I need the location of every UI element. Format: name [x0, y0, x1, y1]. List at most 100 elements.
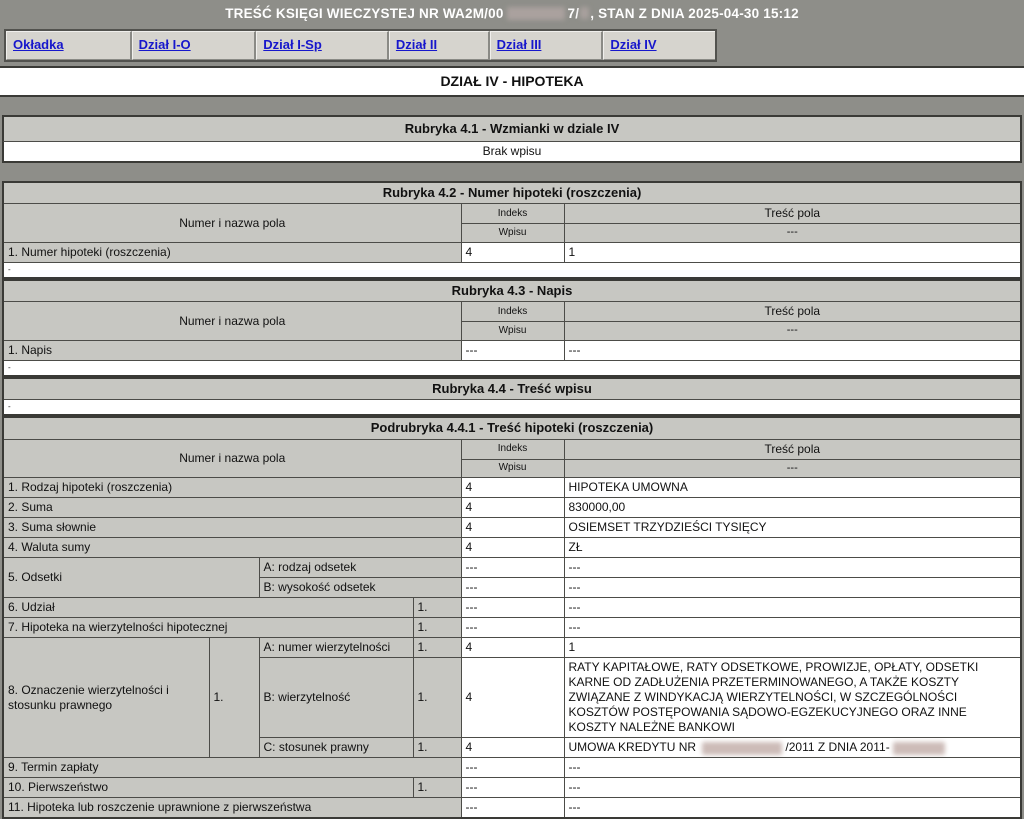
field-value: ---	[564, 758, 1021, 778]
field-num: 1.	[413, 778, 461, 798]
redacted-credit-date	[893, 742, 945, 755]
field-indeks: 4	[461, 478, 564, 498]
field-label: 8. Oznaczenie wierzytelności i stosunku …	[3, 638, 209, 758]
colhead-tresc-pola: Treść pola	[564, 302, 1021, 322]
rubryka-4-4-title: Rubryka 4.4 - Treść wpisu	[3, 378, 1021, 400]
field-num: 1.	[413, 618, 461, 638]
field-value: ---	[564, 618, 1021, 638]
field-value-part2: /2011 Z DNIA 2011-	[785, 740, 889, 754]
rubryka-4-2-table: Rubryka 4.2 - Numer hipoteki (roszczenia…	[2, 181, 1022, 279]
rubryka-4-3-title: Rubryka 4.3 - Napis	[3, 280, 1021, 302]
field-value: ---	[564, 578, 1021, 598]
field-indeks: ---	[461, 558, 564, 578]
colhead-tresc-pola: Treść pola	[564, 204, 1021, 224]
field-indeks: ---	[461, 578, 564, 598]
rubryka-4-3-table: Rubryka 4.3 - Napis Numer i nazwa pola I…	[2, 279, 1022, 377]
section-footer-mark: -	[3, 263, 1021, 279]
colhead-numer-i-nazwa-pola: Numer i nazwa pola	[3, 439, 461, 478]
colhead-indeks: Indeks	[461, 204, 564, 224]
document-title-part2: 7/	[568, 6, 580, 21]
colhead-tresc-dash: ---	[564, 322, 1021, 341]
field-value-part1: UMOWA KREDYTU NR	[569, 740, 697, 754]
subfield-num: 1.	[413, 738, 461, 758]
field-label: 4. Waluta sumy	[3, 538, 461, 558]
field-value: ---	[564, 798, 1021, 819]
field-label: 1. Rodzaj hipoteki (roszczenia)	[3, 478, 461, 498]
colhead-tresc-pola: Treść pola	[564, 439, 1021, 459]
field-indeks: 4	[461, 658, 564, 738]
field-label: 3. Suma słownie	[3, 518, 461, 538]
field-value: 1	[564, 638, 1021, 658]
tab-dzial-i-o-link[interactable]: Dział I-O	[139, 37, 191, 52]
document-title-band: TREŚĆ KSIĘGI WIECZYSTEJ NR WA2M/00 7/ , …	[0, 0, 1024, 26]
colhead-indeks: Indeks	[461, 302, 564, 322]
colhead-tresc-dash: ---	[564, 459, 1021, 478]
field-value: ---	[564, 778, 1021, 798]
field-num: 1.	[413, 598, 461, 618]
document-title-part3: , STAN Z DNIA 2025-04-30 15:12	[590, 6, 799, 21]
tab-dzial-ii-link[interactable]: Dział II	[396, 37, 437, 52]
field-indeks: 4	[461, 738, 564, 758]
field-value: ---	[564, 598, 1021, 618]
field-indeks: ---	[461, 598, 564, 618]
tab-dzial-iii[interactable]: Dział III	[490, 31, 604, 60]
colhead-wpisu: Wpisu	[461, 224, 564, 243]
field-indeks: 4	[461, 518, 564, 538]
tab-dzial-iv[interactable]: Dział IV	[603, 31, 715, 60]
field-indeks: ---	[461, 341, 564, 361]
redacted-kw-number	[507, 7, 565, 20]
tab-dzial-iii-link[interactable]: Dział III	[497, 37, 542, 52]
section-footer-mark: -	[3, 361, 1021, 377]
subfield-label: A: rodzaj odsetek	[259, 558, 461, 578]
redacted-credit-number	[702, 742, 782, 755]
redacted-kw-check-digit	[580, 7, 589, 19]
field-num: 1.	[209, 638, 259, 758]
colhead-tresc-dash: ---	[564, 224, 1021, 243]
dzial-iv-heading: DZIAŁ IV - HIPOTEKA	[0, 66, 1024, 97]
tab-dzial-i-sp-link[interactable]: Dział I-Sp	[263, 37, 322, 52]
field-label: 1. Napis	[3, 341, 461, 361]
field-value: HIPOTEKA UMOWNA	[564, 478, 1021, 498]
field-label: 5. Odsetki	[3, 558, 259, 598]
colhead-numer-i-nazwa-pola: Numer i nazwa pola	[3, 302, 461, 341]
field-indeks: ---	[461, 798, 564, 819]
colhead-numer-i-nazwa-pola: Numer i nazwa pola	[3, 204, 461, 243]
field-label: 1. Numer hipoteki (roszczenia)	[3, 243, 461, 263]
tab-dzial-ii[interactable]: Dział II	[389, 31, 490, 60]
tab-okladka-link[interactable]: Okładka	[13, 37, 64, 52]
tab-dzial-i-o[interactable]: Dział I-O	[132, 31, 257, 60]
field-value: ---	[564, 558, 1021, 578]
field-label: 7. Hipoteka na wierzytelności hipoteczne…	[3, 618, 413, 638]
rubryka-4-2-title: Rubryka 4.2 - Numer hipoteki (roszczenia…	[3, 182, 1021, 204]
field-indeks: 4	[461, 638, 564, 658]
field-indeks: ---	[461, 758, 564, 778]
section-footer-mark: -	[3, 400, 1021, 416]
field-value: RATY KAPITAŁOWE, RATY ODSETKOWE, PROWIZJ…	[564, 658, 1021, 738]
podrubryka-4-4-1-table: Podrubryka 4.4.1 - Treść hipoteki (roszc…	[2, 416, 1022, 819]
field-indeks: ---	[461, 778, 564, 798]
field-indeks: 4	[461, 243, 564, 263]
field-label: 10. Pierwszeństwo	[3, 778, 413, 798]
podrubryka-4-4-1-title: Podrubryka 4.4.1 - Treść hipoteki (roszc…	[3, 417, 1021, 439]
tab-dzial-i-sp[interactable]: Dział I-Sp	[256, 31, 389, 60]
field-label: 11. Hipoteka lub roszczenie uprawnione z…	[3, 798, 461, 819]
field-indeks: ---	[461, 618, 564, 638]
subfield-label: A: numer wierzytelności	[259, 638, 413, 658]
rubryka-4-1-title: Rubryka 4.1 - Wzmianki w dziale IV	[2, 115, 1022, 142]
tab-okladka[interactable]: Okładka	[6, 31, 132, 60]
subfield-label: C: stosunek prawny	[259, 738, 413, 758]
field-indeks: 4	[461, 538, 564, 558]
tab-dzial-iv-link[interactable]: Dział IV	[610, 37, 656, 52]
colhead-wpisu: Wpisu	[461, 459, 564, 478]
colhead-indeks: Indeks	[461, 439, 564, 459]
field-indeks: 4	[461, 498, 564, 518]
field-value: 830000,00	[564, 498, 1021, 518]
field-label: 6. Udział	[3, 598, 413, 618]
field-value: OSIEMSET TRZYDZIEŚCI TYSIĘCY	[564, 518, 1021, 538]
rubryka-4-1-empty: Brak wpisu	[2, 142, 1022, 163]
field-value: UMOWA KREDYTU NR /2011 Z DNIA 2011-	[564, 738, 1021, 758]
subfield-label: B: wysokość odsetek	[259, 578, 461, 598]
field-value: 1	[564, 243, 1021, 263]
section-tabbar: Okładka Dział I-O Dział I-Sp Dział II Dz…	[4, 29, 717, 62]
rubryka-4-4-table: Rubryka 4.4 - Treść wpisu -	[2, 377, 1022, 416]
